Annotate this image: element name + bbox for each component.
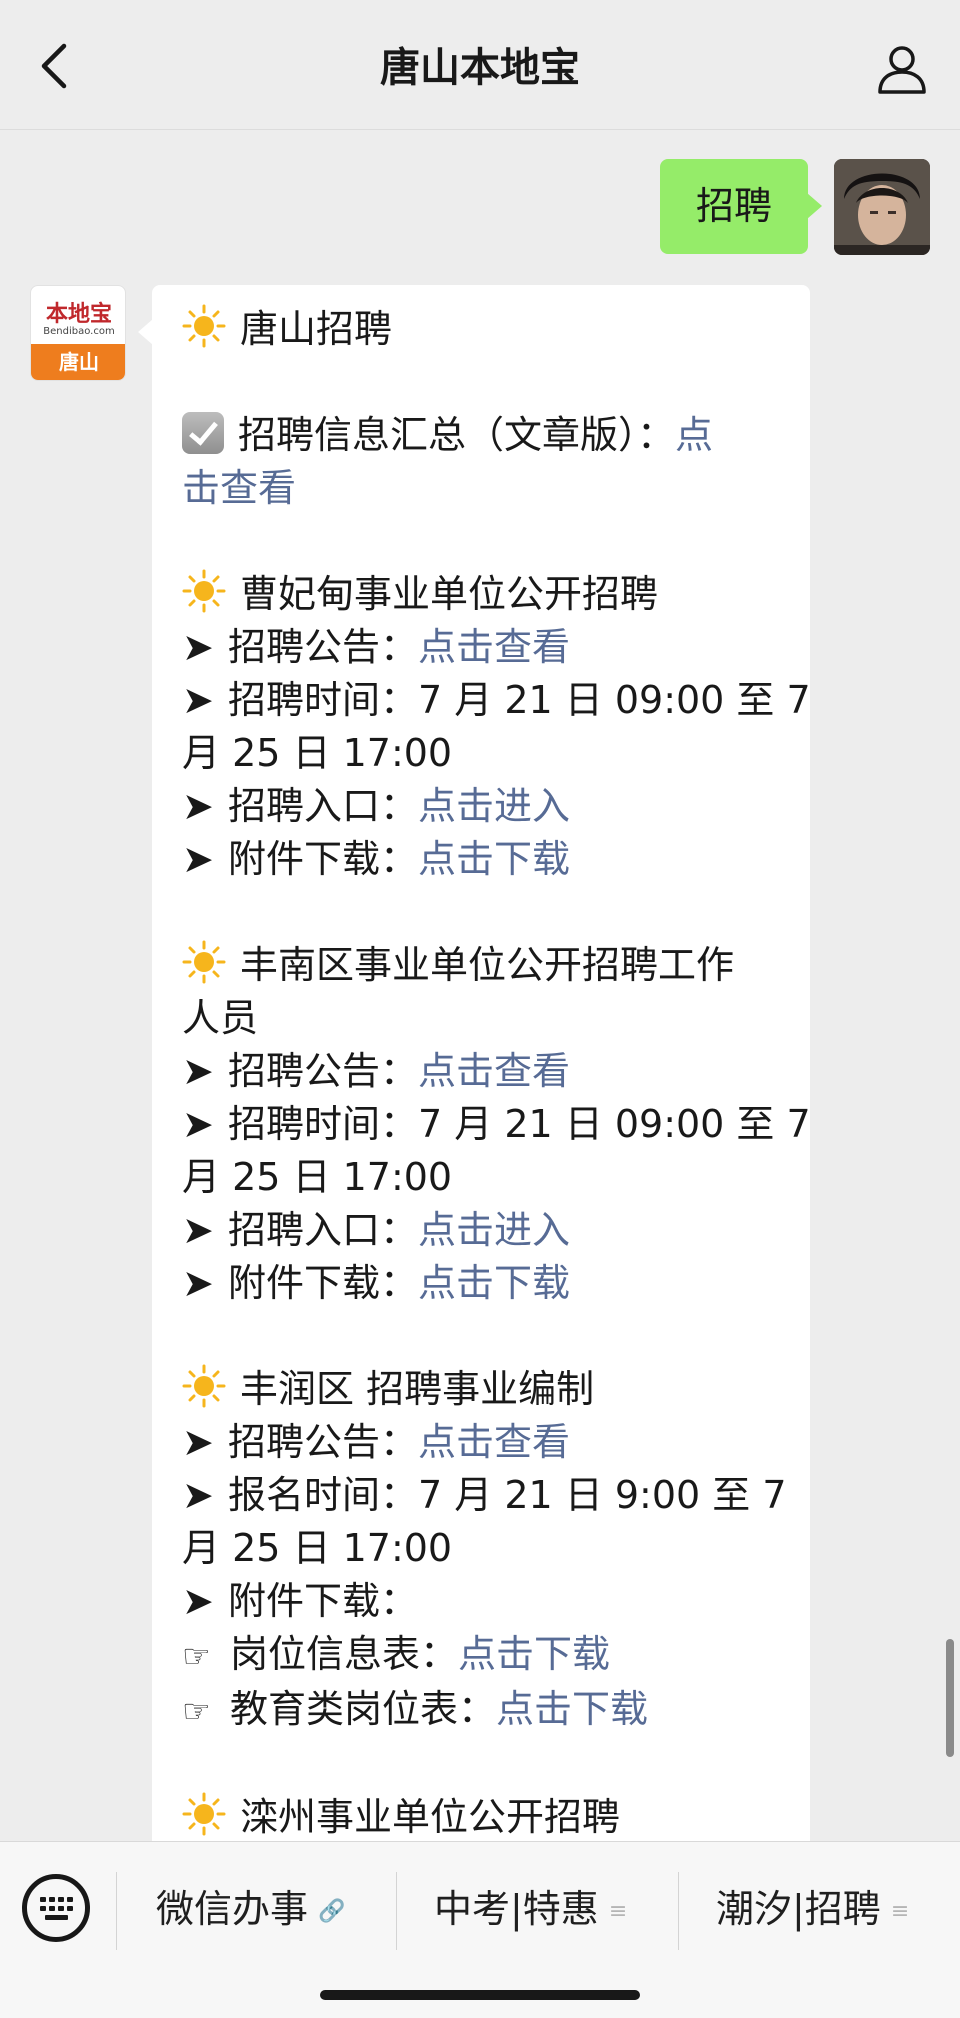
incoming-message: 唐山招聘 招聘信息汇总（文章版）：点 击查看 曹妃甸事业单位公开招聘 ➤ 招聘公告… [138,285,811,1841]
time-row-continued: 月 25 日 17:00 [182,1526,453,1570]
entry-link[interactable]: 点击进入 [418,1208,570,1252]
arrow-icon: ➤ [182,784,214,828]
pointing-hand-icon: ☞ [182,1692,211,1730]
time-row: ➤ 招聘时间：7 月 21 日 09:00 至 7 [182,1098,811,1151]
user-avatar[interactable] [834,159,930,255]
bottom-menu-bar: 微信办事 🔗 中考|特惠 ≡ 潮汐|招聘 ≡ [0,1841,960,2018]
attachment-row: ➤ 附件下载：点击下载 [182,1257,780,1310]
file-row: ☞ 教育类岗位表：点击下载 [182,1683,780,1738]
section-title: 滦州事业单位公开招聘 [182,1791,780,1841]
keyboard-icon [40,1897,73,1920]
logo-url: Bendibao.com [43,326,115,337]
section-title: 丰南区事业单位公开招聘工作 [182,939,780,992]
logo-city: 唐山 [31,344,125,380]
section-title: 丰润区 招聘事业编制 [182,1363,780,1416]
pointing-hand-icon: ☞ [182,1637,211,1675]
menu-item-wechat-services[interactable]: 微信办事 🔗 [156,1878,345,1940]
message-title: 唐山招聘 [240,307,393,351]
menu-divider [678,1872,679,1950]
summary-row: 招聘信息汇总（文章版）：点 [182,409,780,462]
summary-link[interactable]: 点 [675,413,713,457]
arrow-icon: ➤ [182,1579,214,1623]
home-indicator [320,1990,640,2000]
menu-item-recruitment[interactable]: 潮汐|招聘 ≡ [716,1878,909,1940]
notice-row: ➤ 招聘公告：点击查看 [182,621,780,674]
menu-divider [396,1872,397,1950]
user-photo [834,159,930,255]
message-title-row: 唐山招聘 [182,303,780,356]
notice-link[interactable]: 点击查看 [418,1049,570,1093]
sun-icon [182,940,226,984]
attachment-link[interactable]: 点击下载 [418,837,570,881]
sun-icon [182,1792,226,1836]
summary-label: 招聘信息汇总（文章版）： [238,413,676,457]
submenu-icon: ≡ [608,1899,628,1924]
notice-link[interactable]: 点击查看 [418,1420,570,1464]
arrow-icon: ➤ [182,1049,214,1093]
summary-link-continued[interactable]: 击查看 [182,466,296,510]
top-bar: 唐山本地宝 [0,0,960,130]
time-row-continued: 月 25 日 17:00 [182,1155,453,1199]
attachment-row: ➤ 附件下载：点击下载 [182,833,780,886]
chat-title: 唐山本地宝 [380,45,580,91]
time-row-continued: 月 25 日 17:00 [182,731,453,775]
arrow-icon: ➤ [182,1102,214,1146]
file-download-link[interactable]: 点击下载 [496,1687,648,1731]
arrow-icon: ➤ [182,837,214,881]
sun-icon [182,1364,226,1408]
checkbox-icon [182,412,224,454]
keyboard-button[interactable] [22,1874,90,1942]
outgoing-message[interactable]: 招聘 [659,159,823,254]
logo-text: 本地宝 [45,301,112,327]
menu-divider [116,1872,117,1950]
section-title-continued: 人员 [182,996,259,1040]
entry-link[interactable]: 点击进入 [418,784,570,828]
menu-item-exam-offers[interactable]: 中考|特惠 ≡ [434,1878,627,1940]
entry-row: ➤ 招聘入口：点击进入 [182,1204,780,1257]
arrow-icon: ➤ [182,1420,214,1464]
person-icon [878,46,926,94]
arrow-icon: ➤ [182,1261,214,1305]
file-download-link[interactable]: 点击下载 [458,1632,610,1676]
notice-row: ➤ 招聘公告：点击查看 [182,1416,780,1469]
arrow-icon: ➤ [182,1208,214,1252]
sun-icon [182,304,226,348]
entry-row: ➤ 招聘入口：点击进入 [182,780,780,833]
section-title: 曹妃甸事业单位公开招聘 [182,568,780,621]
attachment-link[interactable]: 点击下载 [418,1261,570,1305]
notice-link[interactable]: 点击查看 [418,625,570,669]
scrollbar[interactable] [946,1639,954,1757]
time-row: ➤ 报名时间：7 月 21 日 9:00 至 7 [182,1469,787,1522]
arrow-icon: ➤ [182,1473,214,1517]
chat-area[interactable]: 招聘 本地宝 Bendibao.com 唐山 唐山招聘 招聘信息汇总（文章版）：… [0,131,960,1841]
profile-button[interactable] [874,40,930,96]
link-icon: 🔗 [318,1899,346,1924]
notice-row: ➤ 招聘公告：点击查看 [182,1045,780,1098]
time-row: ➤ 招聘时间：7 月 21 日 09:00 至 7 [182,674,811,727]
sun-icon [182,569,226,613]
arrow-icon: ➤ [182,625,214,669]
submenu-icon: ≡ [890,1899,910,1924]
official-account-avatar[interactable]: 本地宝 Bendibao.com 唐山 [30,285,126,381]
arrow-icon: ➤ [182,678,214,722]
attachment-row: ➤ 附件下载： [182,1575,780,1628]
file-row: ☞ 岗位信息表：点击下载 [182,1628,780,1683]
